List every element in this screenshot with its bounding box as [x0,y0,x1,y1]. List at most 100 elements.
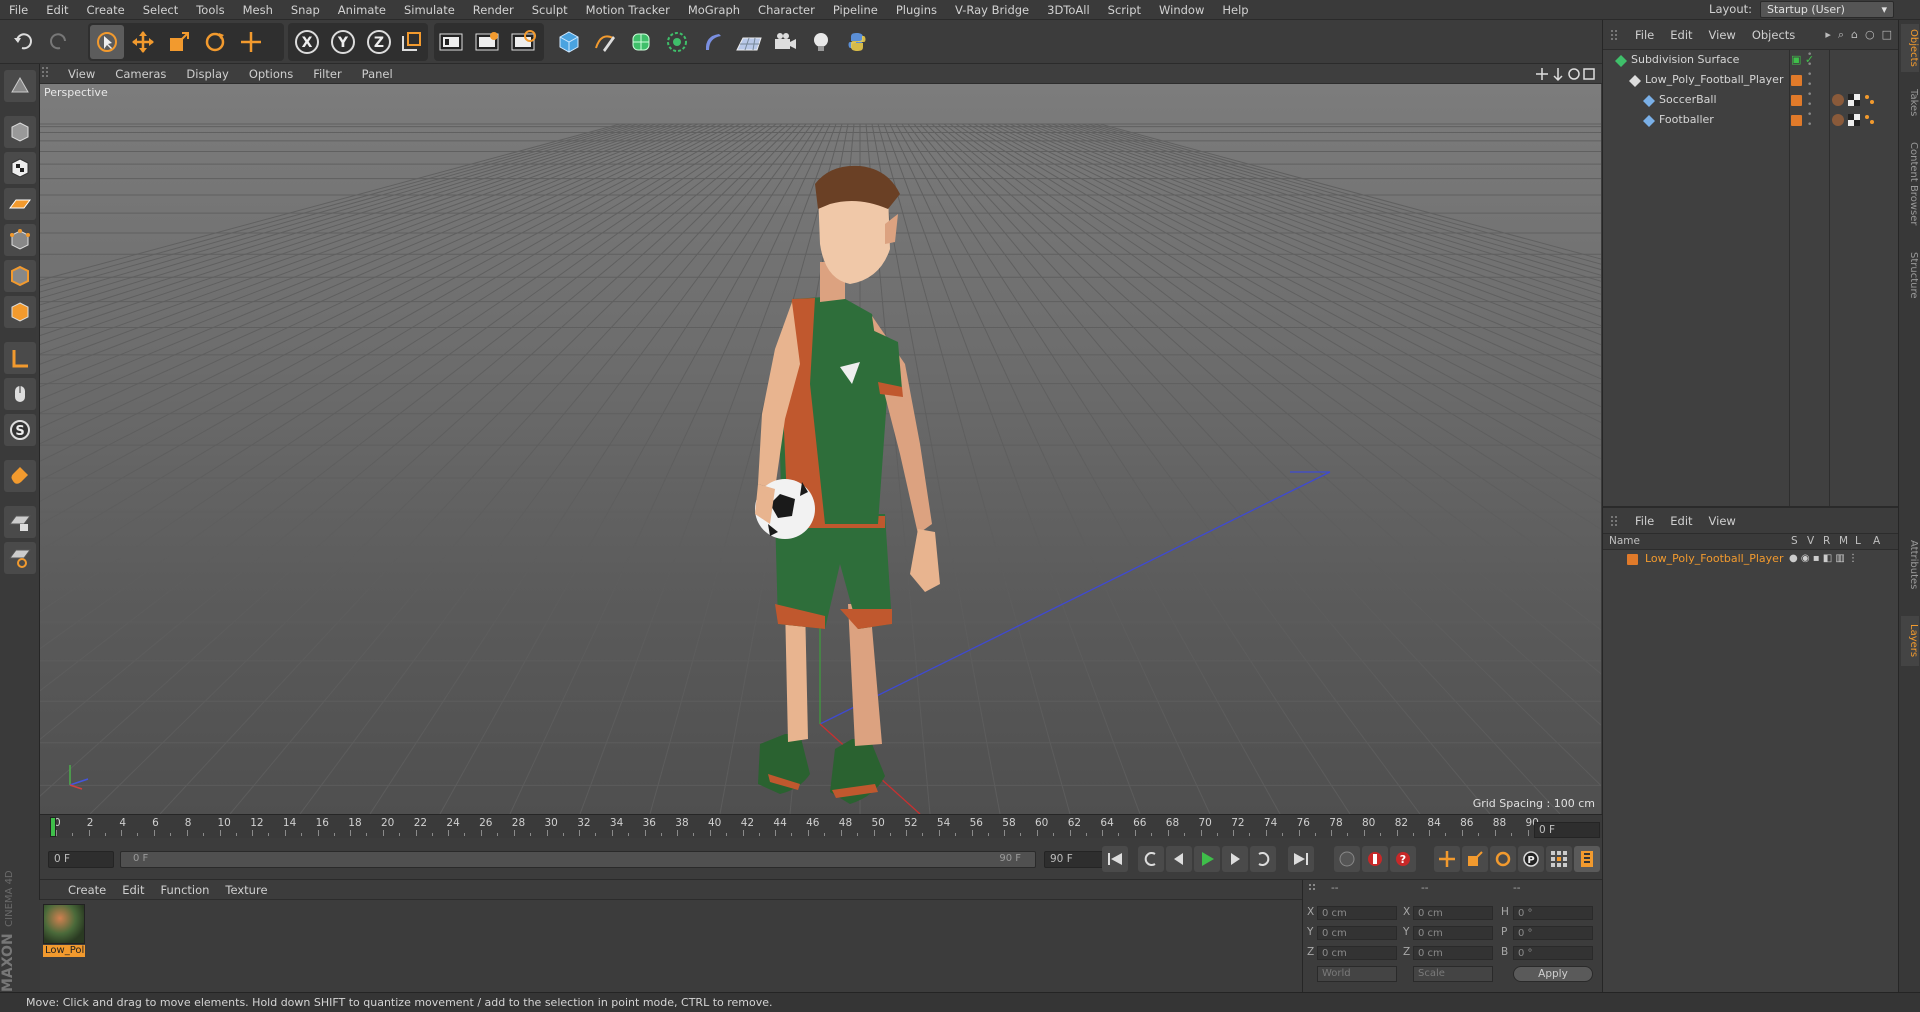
go-to-start-icon[interactable] [1102,846,1128,872]
playhead[interactable] [50,817,56,837]
subdivision-icon[interactable] [624,25,658,59]
rot-b-field[interactable]: 0 ° [1513,946,1593,960]
layer-menu-file[interactable]: File [1627,514,1662,528]
object-menu-objects[interactable]: Objects [1744,28,1803,42]
material-menu-function[interactable]: Function [153,883,218,897]
layer-color-icon[interactable] [1627,554,1638,565]
planar-workplane-icon[interactable] [4,542,36,574]
object-row[interactable]: Subdivision Surface • • ▣ ✓ [1603,50,1899,70]
next-key-icon[interactable] [1250,846,1276,872]
make-editable-icon[interactable] [4,70,36,102]
python-icon[interactable] [840,25,874,59]
frame-range-slider[interactable]: 0 F 90 F [120,851,1036,868]
menu-window[interactable]: Window [1150,0,1213,20]
menu-motion-tracker[interactable]: Motion Tracker [577,0,679,20]
material-menu-edit[interactable]: Edit [114,883,152,897]
size-y-field[interactable]: 0 cm [1413,926,1493,940]
object-row[interactable]: SoccerBall • • [1603,90,1899,110]
points-mode-icon[interactable] [4,224,36,256]
viewport-menu-filter[interactable]: Filter [303,67,351,81]
layer-column-name[interactable]: Name [1609,535,1640,547]
material-tag-icon[interactable] [1831,113,1875,134]
solo-icon[interactable]: S [4,414,36,446]
menu-help[interactable]: Help [1213,0,1257,20]
object-manager-toolbar-icons[interactable]: ▸ ⌕ ⌂ ○ □ [1825,28,1892,42]
menu-3dtoall[interactable]: 3DToAll [1038,0,1099,20]
menu-mesh[interactable]: Mesh [234,0,282,20]
layer-menu-edit[interactable]: Edit [1662,514,1700,528]
key-rotation-icon[interactable] [1490,846,1516,872]
menu-plugins[interactable]: Plugins [887,0,946,20]
recent-tool-icon[interactable] [234,25,268,59]
size-x-field[interactable]: 0 cm [1413,906,1493,920]
apply-button[interactable]: Apply [1513,966,1593,982]
x-axis-icon[interactable]: X [290,25,324,59]
side-tab-takes[interactable]: Takes [1901,78,1919,128]
floor-icon[interactable] [732,25,766,59]
polygons-mode-icon[interactable] [4,296,36,328]
object-menu-view[interactable]: View [1701,28,1744,42]
viewport-menu-view[interactable]: View [58,67,105,81]
coordinate-system-icon[interactable] [394,25,428,59]
move-icon[interactable] [126,25,160,59]
previous-frame-icon[interactable] [1166,846,1192,872]
menu-mograph[interactable]: MoGraph [679,0,749,20]
rot-h-field[interactable]: 0 ° [1513,906,1593,920]
object-menu-edit[interactable]: Edit [1662,28,1700,42]
layer-column-r[interactable]: R [1823,535,1830,547]
viewport-navigation-icons[interactable] [1536,66,1596,85]
pos-y-field[interactable]: 0 cm [1317,926,1397,940]
layer-color-icon[interactable] [1791,75,1802,86]
live-select-icon[interactable] [90,25,124,59]
timeline-ruler[interactable]: 0 2 4 6 8 10 12 14 16 18 20 22 24 26 28 30 32 34 36 38 40 42 4… [40,814,1602,838]
viewport-menu-display[interactable]: Display [176,67,238,81]
undo-icon[interactable] [6,25,40,59]
layer-row[interactable]: Low_Poly_Football_Player ● ◉ ▪ ◧ ▥ ⋮ [1603,550,1899,568]
autokeying-icon[interactable] [1362,846,1388,872]
menu-character[interactable]: Character [749,0,824,20]
coordinate-mode-dropdown[interactable]: World [1317,966,1397,982]
key-scale-icon[interactable] [1462,846,1488,872]
z-axis-icon[interactable]: Z [362,25,396,59]
current-frame-field[interactable]: 0 F [1534,822,1600,838]
play-icon[interactable] [1194,846,1220,872]
record-keys-icon[interactable] [1334,846,1360,872]
layer-column-s[interactable]: S [1791,535,1798,547]
layer-column-l[interactable]: L [1855,535,1861,547]
end-frame-field[interactable]: 90 F [1044,851,1108,868]
menu-simulate[interactable]: Simulate [395,0,464,20]
object-menu-file[interactable]: File [1627,28,1662,42]
side-tab-layers[interactable]: Layers [1901,616,1919,666]
layer-menu-view[interactable]: View [1701,514,1744,528]
menu-create[interactable]: Create [78,0,134,20]
next-frame-icon[interactable] [1222,846,1248,872]
side-tab-attributes[interactable]: Attributes [1901,520,1919,610]
keyframe-selection-icon[interactable]: ? [1390,846,1416,872]
model-mode-icon[interactable] [4,116,36,148]
side-tab-content-browser[interactable]: Content Browser [1901,134,1919,234]
key-position-icon[interactable] [1434,846,1460,872]
layer-color-icon[interactable] [1791,115,1802,126]
menu-tools[interactable]: Tools [187,0,233,20]
layer-color-icon[interactable] [1791,95,1802,106]
timeline-layout-icon[interactable] [1574,846,1600,872]
visibility-dots-icon[interactable]: • • [1807,90,1812,110]
object-row[interactable]: Footballer • • [1603,110,1899,130]
layout-dropdown[interactable]: Startup (User) ▾ [1760,1,1894,18]
menu-animate[interactable]: Animate [329,0,395,20]
rotate-icon[interactable] [198,25,232,59]
checkmark-icon[interactable]: ▣ ✓ [1791,50,1814,70]
edges-mode-icon[interactable] [4,260,36,292]
deformer-icon[interactable] [696,25,730,59]
array-icon[interactable] [660,25,694,59]
key-parameter-icon[interactable]: P [1518,846,1544,872]
menu-file[interactable]: File [0,0,37,20]
menu-pipeline[interactable]: Pipeline [824,0,887,20]
menu-render[interactable]: Render [464,0,523,20]
side-tab-structure[interactable]: Structure [1901,240,1919,310]
redo-icon[interactable] [42,25,76,59]
viewport-menu-panel[interactable]: Panel [352,67,403,81]
menu-script[interactable]: Script [1099,0,1150,20]
camera-icon[interactable] [768,25,802,59]
cube-icon[interactable] [552,25,586,59]
